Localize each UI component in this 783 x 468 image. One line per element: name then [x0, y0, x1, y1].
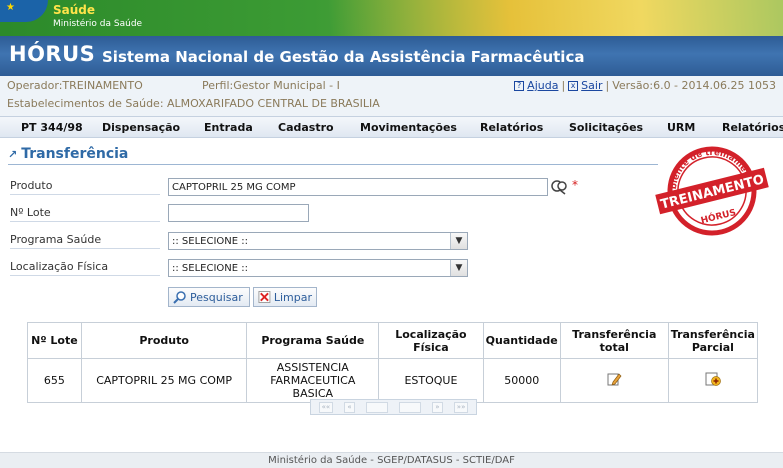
edit-icon[interactable] [606, 371, 622, 387]
localizacao-select[interactable]: :: SELECIONE :: ▼ [168, 259, 468, 277]
main-menu: PT 344/98 Dispensação Entrada Cadastro M… [0, 116, 783, 138]
star-icon: ★ [6, 2, 15, 13]
cell-programa: ASSISTENCIA FARMACEUTICA BASICA [246, 358, 380, 403]
exit-icon[interactable]: x [568, 80, 579, 91]
divider [8, 164, 658, 165]
last-page-button[interactable]: »» [453, 401, 469, 413]
app-subtitle: Sistema Nacional de Gestão da Assistênci… [102, 48, 585, 66]
clear-button-label: Limpar [273, 290, 312, 304]
localizacao-selected: :: SELECIONE :: [172, 263, 248, 274]
first-page-button[interactable]: «« [318, 401, 334, 413]
cell-transferencia-total [559, 358, 669, 403]
col-header-transferencia-total: Transferência total [559, 322, 669, 359]
search-icon [173, 291, 186, 304]
page-slot[interactable] [399, 401, 422, 413]
table-row: 655 CAPTOPRIL 25 MG COMP ASSISTENCIA FAR… [27, 358, 759, 403]
menu-item-relatorios-2[interactable]: Relatórios [722, 121, 783, 134]
produto-field[interactable]: CAPTOPRIL 25 MG COMP [168, 178, 548, 196]
cell-localizacao: ESTOQUE [378, 358, 484, 403]
session-info: Operador:TREINAMENTO Perfil:Gestor Munic… [0, 76, 783, 116]
divider [10, 275, 160, 276]
establishment-text: Estabelecimentos de Saúde: ALMOXARIFADO … [7, 97, 380, 110]
chevron-down-icon[interactable]: ▼ [450, 233, 467, 249]
help-link[interactable]: Ajuda [527, 79, 558, 92]
table-header-row: Nº Lote Produto Programa Saúde Localizaç… [27, 322, 759, 359]
next-page-button[interactable]: » [432, 401, 443, 413]
results-table: Nº Lote Produto Programa Saúde Localizaç… [27, 322, 759, 403]
chevron-down-icon[interactable]: ▼ [450, 260, 467, 276]
clear-button[interactable]: Limpar [253, 287, 317, 307]
col-header-lote[interactable]: Nº Lote [27, 322, 82, 359]
menu-item-entrada[interactable]: Entrada [204, 121, 253, 134]
search-lookup-icon[interactable] [550, 179, 568, 195]
session-links: ? Ajuda | x Sair | Versão:6.0 - 2014.06.… [514, 79, 776, 92]
arrow-icon: ↗ [8, 147, 18, 161]
col-header-produto[interactable]: Produto [80, 322, 248, 359]
col-header-transferencia-parcial: Transferência Parcial [667, 322, 759, 359]
localizacao-label: Localização Física [10, 260, 109, 273]
prev-page-button[interactable]: « [344, 401, 355, 413]
menu-item-cadastro[interactable]: Cadastro [278, 121, 334, 134]
banner-decoration [327, 0, 783, 36]
cell-lote: 655 [27, 358, 82, 403]
menu-item-relatorios[interactable]: Relatórios [480, 121, 543, 134]
pagination: «« « » »» [310, 399, 477, 415]
programa-select[interactable]: :: SELECIONE :: ▼ [168, 232, 468, 250]
divider [10, 194, 160, 195]
lote-field[interactable] [168, 204, 309, 222]
lote-label: Nº Lote [10, 206, 51, 219]
search-button-label: Pesquisar [190, 290, 243, 304]
menu-item-urm[interactable]: URM [667, 121, 695, 134]
profile-text: Perfil:Gestor Municipal - I [202, 79, 340, 92]
clear-icon [258, 291, 271, 303]
separator: | [605, 79, 610, 92]
produto-label: Produto [10, 179, 53, 192]
help-icon[interactable]: ? [514, 80, 525, 91]
cell-quantidade: 50000 [482, 358, 561, 403]
programa-label: Programa Saúde [10, 233, 102, 246]
brand-saude: Saúde [53, 3, 96, 17]
app-name: HÓRUS [9, 42, 96, 66]
page-footer: Ministério da Saúde - SGEP/DATASUS - SCT… [0, 452, 783, 468]
add-icon[interactable] [705, 371, 721, 387]
menu-item-dispensacao[interactable]: Dispensação [102, 121, 180, 134]
menu-item-movimentacoes[interactable]: Movimentações [360, 121, 457, 134]
search-button[interactable]: Pesquisar [168, 287, 250, 307]
col-header-localizacao[interactable]: Localização Física [378, 322, 484, 359]
required-mark: * [572, 178, 578, 192]
page-slot[interactable] [365, 401, 388, 413]
programa-selected: :: SELECIONE :: [172, 236, 248, 247]
exit-link[interactable]: Sair [581, 79, 602, 92]
separator: | [561, 79, 566, 92]
divider [10, 221, 160, 222]
menu-item-pt34498[interactable]: PT 344/98 [21, 121, 83, 134]
app-title-bar: HÓRUS Sistema Nacional de Gestão da Assi… [0, 36, 783, 76]
divider [10, 248, 160, 249]
version-text: Versão:6.0 - 2014.06.25 1053 [612, 79, 776, 92]
cell-transferencia-parcial [667, 358, 759, 403]
menu-item-solicitacoes[interactable]: Solicitações [569, 121, 643, 134]
stamp-bottom-text: HÓRUS [699, 206, 737, 226]
operator-text: Operador:TREINAMENTO [7, 79, 143, 92]
col-header-quantidade[interactable]: Quantidade [482, 322, 561, 359]
training-stamp: Ambiente de treinamento TREINAMENTO HÓRU… [650, 136, 769, 236]
page-title: Transferência [21, 146, 129, 162]
brand-ministry: Ministério da Saúde [53, 19, 143, 29]
col-header-programa[interactable]: Programa Saúde [246, 322, 380, 359]
top-banner: ★ Saúde Ministério da Saúde [0, 0, 783, 36]
page-heading: ↗ Transferência [8, 146, 128, 162]
cell-produto: CAPTOPRIL 25 MG COMP [80, 358, 248, 403]
